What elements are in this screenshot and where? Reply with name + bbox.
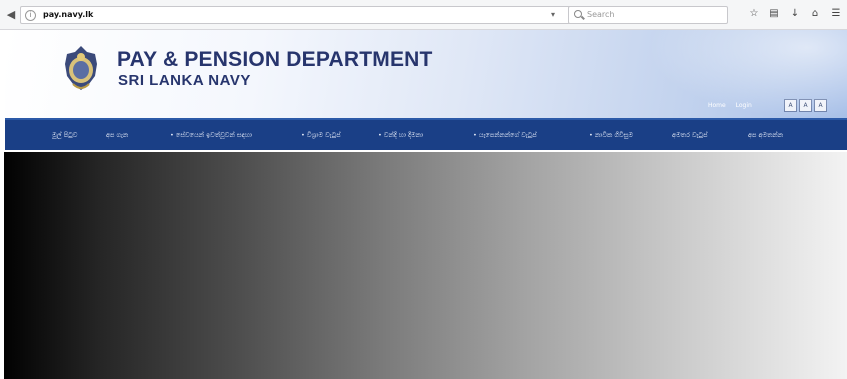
main-nav: මුල් පිටුව අප ගැන • සේවයෙන් ඉවත්වූවන් සඳ…	[5, 118, 847, 150]
url-text: pay.navy.lk	[43, 10, 93, 19]
navy-logo	[65, 46, 97, 90]
nav-item-dependents[interactable]: • යැපෙන්නන්ගේ වැටුප්	[473, 131, 537, 140]
back-icon[interactable]: ◀	[4, 8, 18, 22]
dropdown-icon[interactable]: ▾	[551, 10, 555, 19]
search-placeholder: Search	[587, 10, 615, 19]
reader-icon[interactable]: ▤	[768, 8, 780, 20]
login-link[interactable]: Login	[736, 102, 752, 109]
nav-item-about[interactable]: අප ගැන	[106, 131, 128, 140]
star-icon[interactable]: ☆	[748, 8, 760, 20]
font-size-controls: AAA	[784, 99, 829, 112]
site-header: PAY & PENSION DEPARTMENT SRI LANKA NAVY …	[5, 30, 847, 118]
content-edge	[0, 152, 4, 379]
font-large-button[interactable]: A	[814, 99, 827, 112]
nav-item-extra-pay[interactable]: අමතර වැටුප්	[672, 131, 708, 140]
url-bar[interactable]: i pay.navy.lk ▾	[20, 6, 660, 24]
download-icon[interactable]: ↓	[789, 8, 801, 20]
home-icon[interactable]: ⌂	[809, 8, 821, 20]
search-icon	[574, 10, 582, 18]
nav-item-pension[interactable]: • විශ්‍රාම වැටුප්	[301, 131, 341, 140]
header-links: Home Login	[708, 102, 760, 109]
nav-item-contact[interactable]: අප අමතන්න	[748, 131, 783, 140]
font-small-button[interactable]: A	[784, 99, 797, 112]
menu-icon[interactable]: ☰	[830, 8, 842, 20]
page-title: PAY & PENSION DEPARTMENT	[117, 48, 433, 71]
font-medium-button[interactable]: A	[799, 99, 812, 112]
url-domain: pay.navy.lk	[43, 10, 94, 19]
page-subtitle: SRI LANKA NAVY	[118, 72, 251, 89]
nav-item-agreement[interactable]: • නාවික ගිවිසුම	[589, 131, 633, 140]
browser-toolbar: ◀ i pay.navy.lk ▾ Search ☆ ▤ ↓ ⌂ ☰	[0, 0, 847, 30]
home-link[interactable]: Home	[708, 102, 726, 109]
nav-item-retired[interactable]: • සේවයෙන් ඉවත්වූවන් සඳහා	[170, 131, 252, 140]
search-input[interactable]: Search	[568, 6, 728, 24]
nav-item-allowances[interactable]: • වන්දි හා දීමනා	[378, 131, 423, 140]
nav-item-home[interactable]: මුල් පිටුව	[52, 131, 77, 140]
info-icon[interactable]: i	[25, 10, 36, 21]
content-banner	[0, 152, 847, 379]
